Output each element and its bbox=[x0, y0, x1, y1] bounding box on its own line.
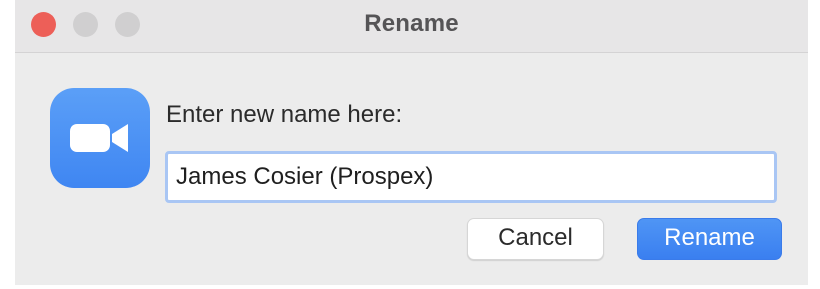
window-title: Rename bbox=[364, 10, 459, 37]
rename-dialog: Rename Enter new name here: Cancel Renam… bbox=[15, 0, 808, 285]
prompt-label: Enter new name here: bbox=[166, 101, 403, 128]
zoom-video-camera-icon bbox=[50, 88, 150, 188]
cancel-button[interactable]: Cancel bbox=[467, 218, 604, 260]
title-bar: Rename bbox=[15, 0, 808, 53]
rename-button[interactable]: Rename bbox=[637, 218, 782, 260]
new-name-input[interactable] bbox=[165, 151, 777, 203]
video-camera-icon bbox=[70, 124, 128, 152]
